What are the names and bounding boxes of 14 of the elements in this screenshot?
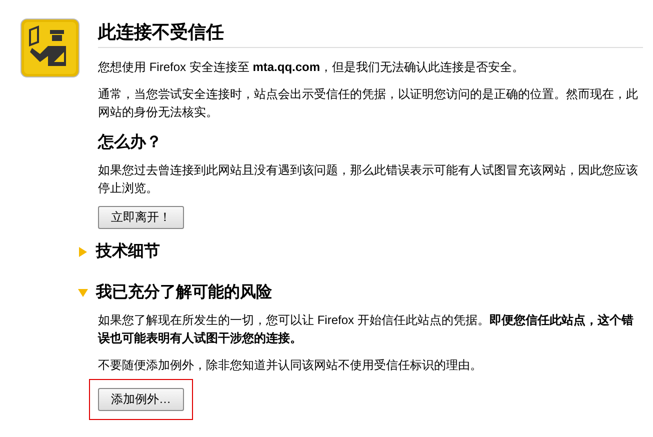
risk-text: 不要随便添加例外，除非您知道并认同该网站不使用受信任标识的理由。 [98, 357, 483, 374]
add-exception-button[interactable]: 添加例外… [98, 388, 184, 411]
risk-text: 如果您了解现在所发生的一切，您可以让 Firefox 开始信任此站点的凭据。即便您信任此站点，这个错误也可能表明有人试图干涉您的连接。 [98, 312, 634, 347]
advice-text: 如果您过去曾连接到此网站且没有遇到该问题，那么此错误表示可能有人试图冒充该网站，因此您应该停止浏览。 [98, 162, 639, 197]
expanded-arrow-icon[interactable] [78, 288, 88, 298]
explanation-text: 通常，当您尝试安全连接时，站点会出示受信任的凭据，以证明您访问的是正确的位置。然而现在，此网站的身份无法核实。 [98, 86, 639, 121]
page-title: 此连接不受信任 [98, 20, 643, 48]
section-heading[interactable]: 技术细节 [96, 241, 160, 262]
leave-button[interactable]: 立即离开！ [98, 206, 184, 229]
officer-icon [20, 18, 80, 78]
collapsed-arrow-icon[interactable] [78, 246, 88, 256]
section-heading: 怎么办？ [98, 132, 163, 153]
section-heading[interactable]: 我已充分了解可能的风险 [96, 282, 272, 303]
intro-text: 您想使用 Firefox 安全连接至 mta.qq.com，但是我们无法确认此连接是否安全。 [98, 59, 526, 76]
